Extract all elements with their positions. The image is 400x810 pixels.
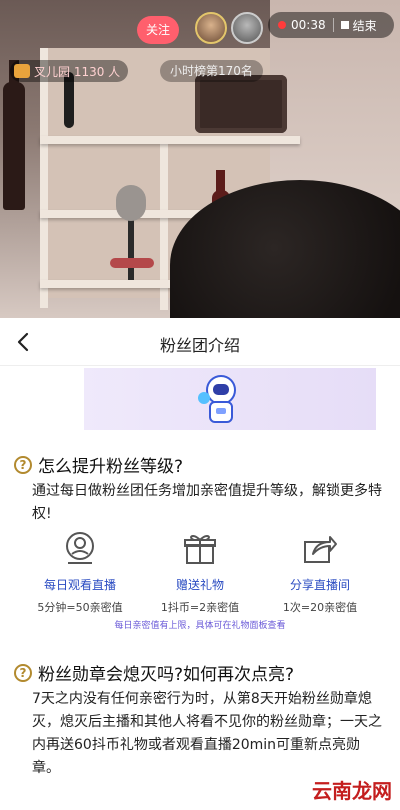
task-send-gift[interactable]: 赠送礼物 1抖币=2亲密值 xyxy=(140,530,260,615)
stop-icon[interactable] xyxy=(340,21,349,29)
hour-rank-badge[interactable]: 小时榜第170名 xyxy=(160,60,263,82)
question-icon: ? xyxy=(14,455,32,474)
recording-indicator: 00:38 结束 xyxy=(268,12,394,38)
task-name: 每日观看直播 xyxy=(43,578,116,592)
live-watch-icon xyxy=(66,532,94,564)
section-title-text: 怎么提升粉丝等级? xyxy=(38,457,184,477)
task-watch-live[interactable]: 每日观看直播 5分钟=50亲密值 xyxy=(20,530,140,615)
section-body-upgrade: 通过每日做粉丝团任务增加亲密值提升等级，解锁更多特权! xyxy=(32,483,382,522)
task-share-live[interactable]: 分享直播间 1次=20亲密值 xyxy=(260,530,380,615)
follow-button[interactable]: 关注 xyxy=(137,16,179,44)
fan-club-intro-sheet: 粉丝团介绍 ? 怎么提升粉丝等级? 通过每日做粉丝团任务增加亲密值提升等级，解锁… xyxy=(0,318,400,810)
mic-base xyxy=(110,258,154,268)
task-name: 赠送礼物 xyxy=(175,578,224,592)
fan-tasks: 每日观看直播 5分钟=50亲密值 赠送礼物 1抖币=2亲密值 分享直播间 1次=… xyxy=(0,530,400,630)
speaker xyxy=(195,75,287,133)
task-name: 分享直播间 xyxy=(289,578,350,592)
section-body-medal: 7天之内没有任何亲密行为时，从第8天开始粉丝勋章熄灭，熄灭后主播和其他人将看不见… xyxy=(32,691,382,776)
fan-club-badge[interactable]: 叉儿园 1130 人 xyxy=(10,60,129,82)
live-stream-video[interactable]: 关注 00:38 结束 叉儿园 1130 人 小时榜第170名 xyxy=(0,0,400,318)
shelf-post xyxy=(40,48,48,308)
crown-icon xyxy=(14,64,30,78)
task-desc: 5分钟=50亲密值 xyxy=(37,601,123,614)
sheet-header: 粉丝团介绍 xyxy=(0,318,400,366)
fan-club-count: 叉儿园 1130 人 xyxy=(34,64,121,79)
section-title-medal: ? 粉丝勋章会熄灭吗?如何再次点亮? xyxy=(14,660,294,685)
bottle-neck xyxy=(216,170,225,192)
section-title-upgrade: ? 怎么提升粉丝等级? xyxy=(14,452,183,477)
shelf xyxy=(40,136,300,144)
wine-bottle xyxy=(3,82,25,210)
share-icon xyxy=(304,536,337,563)
sheet-title: 粉丝团介绍 xyxy=(159,336,240,355)
divider xyxy=(332,18,334,32)
task-desc: 1抖币=2亲密值 xyxy=(160,601,240,614)
recording-dot-icon xyxy=(278,21,286,29)
recording-time: 00:38 xyxy=(291,18,326,32)
astronaut-icon xyxy=(198,375,236,423)
intimacy-limit-note: 每日亲密值有上限，具体可在礼物面板查看 xyxy=(114,621,286,631)
question-icon: ? xyxy=(14,663,32,682)
end-button[interactable]: 结束 xyxy=(353,17,377,34)
avatar[interactable] xyxy=(195,12,227,44)
studio-mic xyxy=(116,185,146,221)
watermark: 云南龙网 xyxy=(312,779,392,803)
avatar[interactable] xyxy=(231,12,263,44)
gift-icon xyxy=(184,534,216,564)
section-title-text: 粉丝勋章会熄灭吗?如何再次点亮? xyxy=(38,665,295,685)
task-desc: 1次=20亲密值 xyxy=(282,601,358,614)
